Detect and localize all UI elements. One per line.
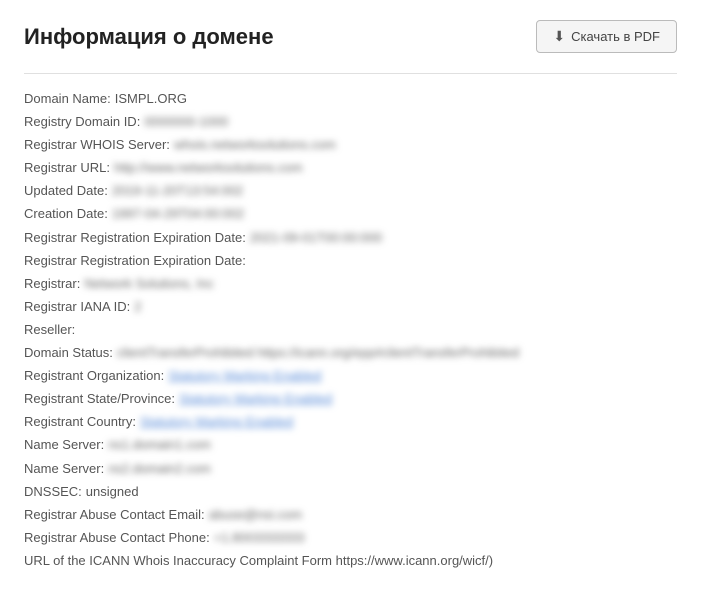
whois-value: 2019-11-20T13:54:002 [112, 180, 243, 202]
whois-label: Name Server: [24, 434, 104, 456]
whois-value: +1.8003333333 [214, 527, 305, 549]
table-row: Registrar Abuse Contact Email:abuse@nsi.… [24, 504, 677, 526]
table-row: Name Server:ns2.domain2.com [24, 458, 677, 480]
table-row: URL of the ICANN Whois Inaccuracy Compla… [24, 550, 677, 572]
table-row: Creation Date:1997-04-29T04:00:002 [24, 203, 677, 225]
whois-label: Reseller: [24, 319, 75, 341]
page-header: Информация о домене ⬇ Скачать в PDF [24, 20, 677, 53]
table-row: Registrar Abuse Contact Phone:+1.8003333… [24, 527, 677, 549]
whois-label: Registrar URL: [24, 157, 110, 179]
whois-label: Registrar WHOIS Server: [24, 134, 170, 156]
table-row: Name Server:ns1.domain1.com [24, 434, 677, 456]
whois-value: Statutory Marking Enabled [179, 388, 332, 410]
whois-value: unsigned [86, 481, 139, 503]
whois-label: Registrant Country: [24, 411, 136, 433]
table-row: Domain Status:clientTransferProhibited h… [24, 342, 677, 364]
whois-label: Registrar Abuse Contact Phone: [24, 527, 210, 549]
whois-value: clientTransferProhibited https://icann.o… [117, 342, 519, 364]
whois-label: Registrar: [24, 273, 80, 295]
whois-value: ns2.domain2.com [108, 458, 211, 480]
header-divider [24, 73, 677, 74]
whois-label: Creation Date: [24, 203, 108, 225]
download-label: Скачать в PDF [571, 29, 660, 44]
whois-label: Registrant State/Province: [24, 388, 175, 410]
whois-label: Registrar IANA ID: [24, 296, 130, 318]
whois-label: Domain Status: [24, 342, 113, 364]
table-row: Registrant Country:Statutory Marking Ena… [24, 411, 677, 433]
whois-value: 1997-04-29T04:00:002 [112, 203, 244, 225]
whois-value: 2021-09-01T00:00:000 [250, 227, 382, 249]
whois-label: Domain Name: [24, 88, 111, 110]
table-row: DNSSEC:unsigned [24, 481, 677, 503]
table-row: Registrant State/Province:Statutory Mark… [24, 388, 677, 410]
whois-label: Registrar Registration Expiration Date: [24, 250, 246, 272]
whois-label: Registrant Organization: [24, 365, 164, 387]
whois-value: Network Solutions, Inc [84, 273, 213, 295]
whois-value: Statutory Marking Enabled [140, 411, 293, 433]
whois-value: http://www.networksolutions.com [114, 157, 303, 179]
table-row: Registrant Organization:Statutory Markin… [24, 365, 677, 387]
whois-label: Name Server: [24, 458, 104, 480]
whois-label: URL of the ICANN Whois Inaccuracy Compla… [24, 550, 493, 572]
table-row: Domain Name:ISMPL.ORG [24, 88, 677, 110]
table-row: Registrar URL:http://www.networksolution… [24, 157, 677, 179]
whois-value: 2 [134, 296, 141, 318]
whois-value: Statutory Marking Enabled [168, 365, 321, 387]
whois-value: 0000000-1000 [144, 111, 228, 133]
download-icon: ⬇ [553, 28, 565, 45]
table-row: Reseller: [24, 319, 677, 341]
table-row: Updated Date:2019-11-20T13:54:002 [24, 180, 677, 202]
whois-value: ISMPL.ORG [115, 88, 187, 110]
table-row: Registrar Registration Expiration Date:2… [24, 227, 677, 249]
whois-value: abuse@nsi.com [209, 504, 302, 526]
whois-value: ns1.domain1.com [108, 434, 211, 456]
whois-value: whois.networksolutions.com [174, 134, 336, 156]
whois-label: Registry Domain ID: [24, 111, 140, 133]
table-row: Registrar Registration Expiration Date: [24, 250, 677, 272]
table-row: Registrar WHOIS Server:whois.networksolu… [24, 134, 677, 156]
table-row: Registrar IANA ID:2 [24, 296, 677, 318]
whois-label: Registrar Registration Expiration Date: [24, 227, 246, 249]
whois-label: DNSSEC: [24, 481, 82, 503]
whois-table: Domain Name:ISMPL.ORGRegistry Domain ID:… [24, 88, 677, 572]
whois-label: Updated Date: [24, 180, 108, 202]
page-title: Информация о домене [24, 24, 274, 50]
download-pdf-button[interactable]: ⬇ Скачать в PDF [536, 20, 677, 53]
table-row: Registry Domain ID:0000000-1000 [24, 111, 677, 133]
whois-label: Registrar Abuse Contact Email: [24, 504, 205, 526]
table-row: Registrar:Network Solutions, Inc [24, 273, 677, 295]
